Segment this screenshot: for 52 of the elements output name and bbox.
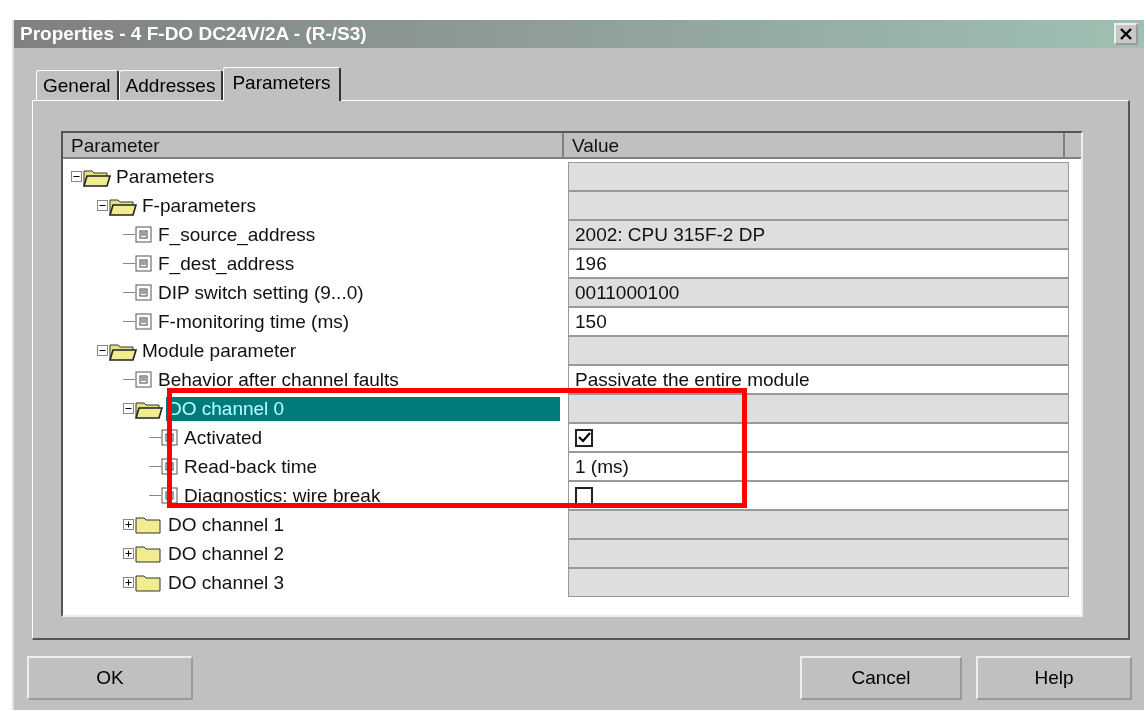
tab[interactable]: General — [36, 70, 119, 100]
tree-item[interactable]: F-monitoring time (ms) — [156, 309, 352, 334]
expand-icon[interactable] — [123, 577, 134, 588]
tree-item[interactable]: F-parameters — [140, 193, 259, 218]
tree-item[interactable]: Activated — [182, 425, 265, 450]
tree-item[interactable]: Read-back time — [182, 454, 320, 479]
column-header[interactable]: Value — [564, 133, 1065, 159]
dialog-button[interactable]: Help — [976, 656, 1132, 700]
tree-item[interactable]: F_source_address — [156, 222, 318, 247]
tree-item[interactable]: Behavior after channel faults — [156, 367, 401, 392]
collapse-icon[interactable] — [123, 403, 134, 414]
collapse-icon[interactable] — [97, 345, 108, 356]
folder-icon — [135, 543, 163, 564]
parameter-icon — [135, 283, 153, 302]
parameter-icon — [135, 225, 153, 244]
parameter-icon — [135, 254, 153, 273]
tree-item[interactable]: DO channel 1 — [166, 512, 287, 537]
tree-item[interactable]: Parameters — [114, 164, 217, 189]
tree-item[interactable]: Diagnostics: wire break — [182, 483, 383, 508]
value-cell[interactable]: 0011000100 — [568, 278, 1069, 307]
value-cell[interactable]: Passivate the entire module — [568, 365, 1069, 394]
window-title: Properties - 4 F-DO DC24V/2A - (R-/S3) — [20, 23, 367, 45]
tree-item[interactable]: F_dest_address — [156, 251, 297, 276]
tab[interactable]: Parameters — [223, 67, 341, 101]
dialog-button[interactable]: Cancel — [800, 656, 962, 700]
value-cell[interactable]: 150 — [568, 307, 1069, 336]
folder-icon — [135, 514, 163, 535]
close-button[interactable] — [1114, 23, 1138, 45]
collapse-icon[interactable] — [97, 200, 108, 211]
tree-item[interactable]: DIP switch setting (9...0) — [156, 280, 366, 305]
expand-icon[interactable] — [123, 519, 134, 530]
tab[interactable]: Addresses — [118, 70, 224, 100]
close-icon — [1119, 27, 1133, 41]
column-header — [1065, 133, 1081, 159]
value-cell[interactable]: 196 — [568, 249, 1069, 278]
value-cell[interactable] — [568, 423, 1069, 452]
parameter-icon — [135, 370, 153, 389]
tree-item[interactable]: DO channel 3 — [166, 570, 287, 595]
column-header[interactable]: Parameter — [63, 133, 564, 159]
folder-icon — [135, 572, 163, 593]
expand-icon[interactable] — [123, 548, 134, 559]
collapse-icon[interactable] — [71, 171, 82, 182]
checkbox[interactable] — [575, 486, 593, 505]
value-cell[interactable]: 1 (ms) — [568, 452, 1069, 481]
tree-item[interactable]: Module parameter — [140, 338, 299, 363]
value-cell[interactable] — [568, 481, 1069, 510]
parameter-icon — [135, 312, 153, 331]
tree-item[interactable]: DO channel 2 — [166, 541, 287, 566]
value-cell[interactable]: 2002: CPU 315F-2 DP — [568, 220, 1069, 249]
checkmark-icon — [577, 432, 591, 443]
dialog-button[interactable]: OK — [27, 656, 193, 700]
checkbox[interactable] — [575, 428, 593, 447]
